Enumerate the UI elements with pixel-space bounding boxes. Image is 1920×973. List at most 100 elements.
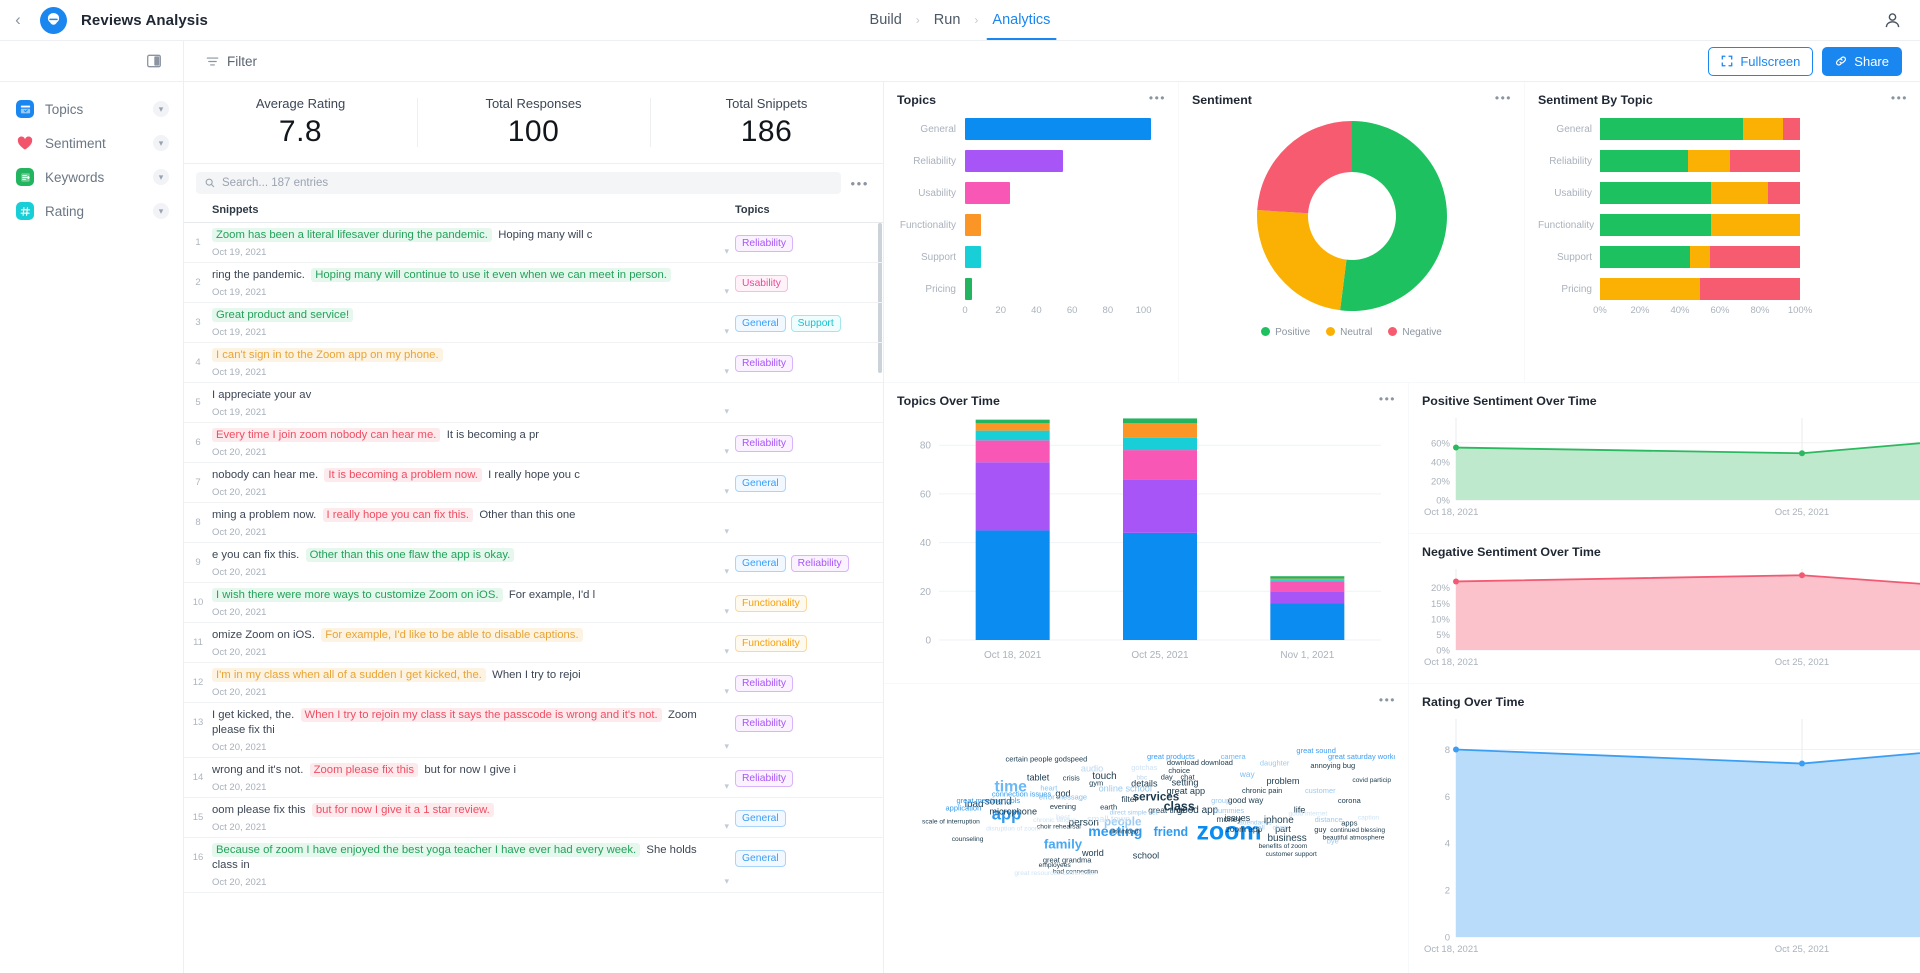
- word-cloud-word[interactable]: annoying bug: [1310, 761, 1355, 770]
- word-cloud-word[interactable]: guy: [1314, 825, 1326, 834]
- row-expand-chevron-icon[interactable]: ▾: [724, 686, 729, 697]
- bar-segment[interactable]: [1730, 150, 1800, 172]
- tab-run[interactable]: Run: [920, 0, 975, 40]
- bar-segment[interactable]: [975, 440, 1050, 463]
- bar-segment[interactable]: [1600, 246, 1690, 268]
- bar[interactable]: [965, 246, 982, 268]
- word-cloud-word[interactable]: online school: [1099, 783, 1152, 793]
- bar-segment[interactable]: [1270, 576, 1345, 579]
- card-menu-button[interactable]: •••: [1379, 693, 1396, 707]
- word-cloud-word[interactable]: application: [946, 803, 982, 812]
- topic-tag[interactable]: General: [735, 810, 786, 827]
- row-expand-chevron-icon[interactable]: ▾: [724, 446, 729, 457]
- bar-segment[interactable]: [1688, 150, 1730, 172]
- table-row[interactable]: 1 Zoom has been a literal lifesaver durin…: [184, 223, 883, 263]
- card-menu-button[interactable]: •••: [1379, 392, 1396, 406]
- word-cloud-word[interactable]: gotchas: [1131, 763, 1157, 772]
- word-cloud-word[interactable]: dummies: [1214, 806, 1245, 815]
- bar-segment[interactable]: [1700, 278, 1800, 300]
- row-expand-chevron-icon[interactable]: ▾: [724, 821, 729, 832]
- word-cloud-word[interactable]: great resources conference: [1014, 870, 1095, 877]
- word-cloud-word[interactable]: crisis: [1063, 774, 1080, 783]
- table-row[interactable]: 14 wrong and it's not. Zoom please fix th…: [184, 758, 883, 798]
- share-button[interactable]: Share: [1822, 46, 1902, 76]
- table-row[interactable]: 12 I'm in my class when all of a sudden I…: [184, 663, 883, 703]
- sidebar-item-keywords[interactable]: Keywords ▾: [0, 160, 183, 194]
- filter-button[interactable]: Filter: [206, 54, 257, 69]
- topic-tag[interactable]: Reliability: [735, 770, 794, 787]
- topic-tag[interactable]: Reliability: [790, 555, 849, 572]
- row-expand-chevron-icon[interactable]: ▾: [724, 286, 729, 297]
- row-expand-chevron-icon[interactable]: ▾: [724, 486, 729, 497]
- topic-tag[interactable]: Functionality: [735, 595, 807, 612]
- word-cloud-word[interactable]: certain people godspeed: [1005, 754, 1087, 763]
- bar-segment[interactable]: [1270, 591, 1345, 604]
- word-cloud-word[interactable]: bye: [1327, 837, 1339, 846]
- bar-segment[interactable]: [975, 430, 1050, 441]
- bar-segment[interactable]: [1123, 437, 1197, 451]
- word-cloud-word[interactable]: corona: [1338, 796, 1362, 805]
- bar-segment[interactable]: [975, 419, 1050, 424]
- bar-segment[interactable]: [1600, 214, 1711, 236]
- word-cloud-word[interactable]: chat: [1180, 773, 1195, 782]
- row-expand-chevron-icon[interactable]: ▾: [724, 326, 729, 337]
- chevron-down-icon[interactable]: ▾: [153, 169, 169, 185]
- donut-slice[interactable]: [1256, 121, 1352, 214]
- row-expand-chevron-icon[interactable]: ▾: [724, 876, 729, 887]
- word-cloud-word[interactable]: customer: [1305, 786, 1336, 795]
- word-cloud-word[interactable]: evening: [1050, 802, 1076, 811]
- bar-segment[interactable]: [975, 530, 1050, 640]
- bar-segment[interactable]: [1123, 479, 1197, 533]
- bar-segment[interactable]: [1600, 118, 1743, 140]
- fullscreen-button[interactable]: Fullscreen: [1708, 46, 1814, 76]
- table-row[interactable]: 6 Every time I join zoom nobody can hear …: [184, 423, 883, 463]
- word-cloud-word[interactable]: group: [1211, 796, 1230, 805]
- table-row[interactable]: 15 oom please fix this but for now I give…: [184, 798, 883, 838]
- donut-slice[interactable]: [1256, 210, 1346, 311]
- donut-slice[interactable]: [1339, 121, 1447, 311]
- topic-tag[interactable]: Reliability: [735, 675, 794, 692]
- word-cloud-word[interactable]: good internet: [1289, 810, 1328, 817]
- word-cloud-word[interactable]: caption: [1358, 815, 1380, 822]
- topic-tag[interactable]: Reliability: [735, 715, 794, 732]
- sidebar-item-topics[interactable]: Topics ▾: [0, 92, 183, 126]
- data-point[interactable]: [1453, 578, 1459, 585]
- table-row[interactable]: 16 Because of zoom I have enjoyed the bes…: [184, 838, 883, 893]
- bar-segment[interactable]: [1743, 118, 1783, 140]
- bar-segment[interactable]: [1690, 246, 1710, 268]
- table-row[interactable]: 11 omize Zoom on iOS. For example, I'd li…: [184, 623, 883, 663]
- sidebar-item-rating[interactable]: Rating ▾: [0, 194, 183, 228]
- bar-segment[interactable]: [1711, 214, 1800, 236]
- row-expand-chevron-icon[interactable]: ▾: [724, 246, 729, 257]
- bar-segment[interactable]: [1123, 532, 1197, 640]
- word-cloud-word[interactable]: bbc: [1137, 775, 1148, 782]
- row-expand-chevron-icon[interactable]: ▾: [724, 646, 729, 657]
- sidebar-item-sentiment[interactable]: Sentiment ▾: [0, 126, 183, 160]
- row-expand-chevron-icon[interactable]: ▾: [724, 606, 729, 617]
- data-point[interactable]: [1453, 444, 1459, 451]
- table-row[interactable]: 10 I wish there were more ways to customi…: [184, 583, 883, 623]
- bar[interactable]: [965, 278, 973, 300]
- word-cloud-word[interactable]: great grandma: [1043, 856, 1092, 865]
- legend-item[interactable]: Positive: [1261, 327, 1310, 338]
- word-cloud-word[interactable]: tablet: [1027, 773, 1050, 783]
- table-row[interactable]: 13 I get kicked, the. When I try to rejoi…: [184, 703, 883, 758]
- bar-segment[interactable]: [1768, 182, 1800, 204]
- table-options-button[interactable]: •••: [841, 176, 869, 191]
- topic-tag[interactable]: Functionality: [735, 635, 807, 652]
- snippets-table[interactable]: 1 Zoom has been a literal lifesaver durin…: [184, 223, 883, 973]
- bar-segment[interactable]: [1711, 182, 1768, 204]
- bar-segment[interactable]: [1600, 182, 1711, 204]
- card-menu-button[interactable]: •••: [1149, 91, 1166, 105]
- word-cloud-word[interactable]: microphone: [989, 807, 1037, 817]
- bar[interactable]: [965, 214, 982, 236]
- row-expand-chevron-icon[interactable]: ▾: [724, 781, 729, 792]
- bar-segment[interactable]: [975, 462, 1050, 531]
- topic-tag[interactable]: Reliability: [735, 355, 794, 372]
- bar-segment[interactable]: [975, 423, 1050, 431]
- word-cloud-word[interactable]: problem: [1266, 776, 1299, 786]
- topic-tag[interactable]: General: [735, 850, 786, 867]
- bar-segment[interactable]: [1783, 118, 1800, 140]
- table-row[interactable]: 5 I appreciate your av Oct 19, 2021 ▾: [184, 383, 883, 423]
- word-cloud-word[interactable]: school: [1133, 851, 1159, 861]
